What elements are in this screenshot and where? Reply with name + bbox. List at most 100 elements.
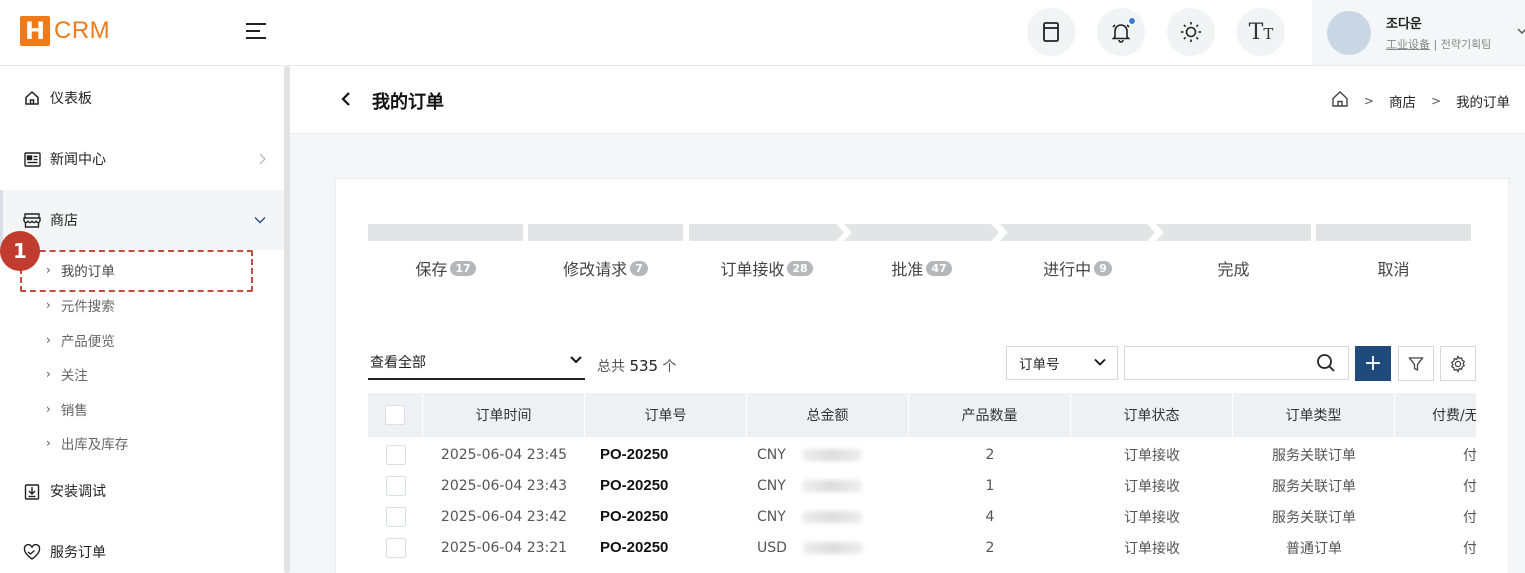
column-header[interactable]: 订单状态: [1071, 393, 1233, 437]
search-box: [1124, 346, 1349, 380]
order-status-stepper: 保存 17 修改请求 7 订单接收 28 批准 47 进行中 9 完成 取消: [368, 224, 1473, 284]
table-row[interactable]: 2025-06-04 23:42 PO-20250 CNY 4 订单接收 服务关…: [368, 501, 1476, 532]
user-menu[interactable]: 조다운 工业设备 | 전략기획팀: [1312, 0, 1525, 65]
page-title-bar: 我的订单 > 商店 > 我的订单: [290, 66, 1525, 134]
breadcrumb-separator: >: [1363, 94, 1374, 108]
chevron-right-icon: ›: [46, 298, 51, 312]
redacted-amount: [801, 448, 862, 461]
step-approved[interactable]: 批准 47: [844, 224, 999, 284]
sidebar-item-store[interactable]: 商店: [0, 190, 284, 250]
order-number-link[interactable]: PO-20250: [585, 532, 747, 563]
top-header: H CRM TT 조다운 工业设备 | 전략기획팀: [0, 0, 1525, 66]
logo-mark: H: [20, 16, 50, 46]
sidebar-sub-sales[interactable]: › 销售: [46, 399, 88, 419]
sidebar-sub-inventory[interactable]: › 出库及库存: [46, 433, 128, 453]
sidebar-item-installation[interactable]: 安装调试: [0, 471, 284, 511]
search-icon[interactable]: [1316, 353, 1336, 373]
row-checkbox[interactable]: [385, 475, 406, 496]
view-filter-select[interactable]: 查看全部: [368, 346, 585, 380]
order-number-link[interactable]: PO-20250: [585, 439, 747, 470]
column-header[interactable]: 付费/无: [1395, 393, 1476, 437]
redacted-amount: [801, 479, 862, 492]
count-badge: 9: [1094, 260, 1112, 276]
chevron-right-icon: ›: [46, 436, 51, 450]
select-all-checkbox[interactable]: [385, 405, 405, 425]
table-row[interactable]: 2025-06-04 23:45 PO-20250 CNY 2 订单接收 服务关…: [368, 439, 1476, 470]
redacted-amount: [802, 541, 863, 554]
chevron-right-icon: ›: [46, 333, 51, 347]
sidebar-item-dashboard[interactable]: 仪表板: [0, 78, 284, 118]
step-cancelled[interactable]: 取消: [1316, 224, 1471, 284]
count-badge: 47: [926, 260, 952, 276]
step-bar: [844, 224, 999, 241]
theme-sun-icon[interactable]: [1167, 8, 1215, 56]
count-badge: 28: [787, 260, 813, 276]
breadcrumb-store[interactable]: 商店: [1389, 91, 1416, 111]
news-icon: [22, 149, 42, 169]
step-save[interactable]: 保存 17: [368, 224, 523, 284]
row-checkbox[interactable]: [385, 537, 406, 558]
highlight-callout-box: [20, 250, 253, 292]
user-org: 工业设备 | 전략기획팀: [1386, 38, 1492, 51]
font-size-icon[interactable]: TT: [1237, 8, 1285, 56]
table-row[interactable]: 2025-06-04 23:21 PO-20250 USD 2 订单接收 普通订…: [368, 532, 1476, 563]
sidebar-sub-parts-search[interactable]: › 元件搜索: [46, 295, 115, 315]
back-arrow-icon[interactable]: [340, 88, 352, 112]
step-in-progress[interactable]: 进行中 9: [1000, 224, 1155, 284]
column-header[interactable]: 订单类型: [1233, 393, 1395, 437]
user-name: 조다운: [1386, 17, 1422, 32]
logo-text: CRM: [54, 17, 111, 44]
column-header[interactable]: 产品数量: [909, 393, 1071, 437]
orders-card: 保存 17 修改请求 7 订单接收 28 批准 47 进行中 9 完成 取消 查…: [335, 178, 1509, 573]
step-order-received[interactable]: 订单接收 28: [689, 224, 844, 284]
notification-bell-icon[interactable]: [1097, 8, 1145, 56]
order-number-link[interactable]: PO-20250: [585, 501, 747, 532]
orders-table: 订单时间 订单号 总金额 产品数量 订单状态 订单类型 付费/无 2025-06…: [368, 393, 1476, 573]
menu-toggle-icon[interactable]: [246, 21, 268, 41]
column-header[interactable]: 订单号: [585, 393, 747, 437]
chevron-right-icon: ›: [46, 367, 51, 381]
settings-gear-icon[interactable]: [1440, 346, 1476, 381]
sidebar-item-news[interactable]: 新闻中心: [0, 139, 284, 179]
chevron-down-icon: [1517, 28, 1525, 34]
step-completed[interactable]: 完成: [1156, 224, 1311, 284]
step-bar: [368, 224, 523, 241]
count-badge: 17: [450, 260, 476, 276]
chevron-right-icon: [259, 153, 266, 165]
row-checkbox[interactable]: [385, 444, 406, 465]
book-icon[interactable]: [1027, 8, 1075, 56]
step-bar: [1316, 224, 1471, 241]
store-icon: [22, 210, 42, 230]
heart-handshake-icon: [22, 542, 42, 562]
chevron-down-icon: [570, 356, 582, 364]
row-checkbox[interactable]: [385, 506, 406, 527]
chevron-down-icon: [1094, 358, 1106, 366]
column-header[interactable]: 总金额: [747, 393, 909, 437]
chevron-down-icon: [254, 217, 266, 224]
count-badge: 7: [630, 260, 648, 276]
step-bar: [689, 224, 844, 241]
search-field-select[interactable]: 订单号: [1006, 346, 1118, 380]
table-row[interactable]: 2025-06-04 23:43 PO-20250 CNY 1 订单接收 服务关…: [368, 470, 1476, 501]
total-count: 总共 535 个: [597, 357, 677, 375]
column-header[interactable]: 订单时间: [423, 393, 585, 437]
sidebar-sub-favorites[interactable]: › 关注: [46, 364, 88, 384]
search-input[interactable]: [1125, 347, 1305, 379]
logo[interactable]: H CRM: [20, 16, 110, 46]
main-content: 我的订单 > 商店 > 我的订单 保存 17 修改请求 7 订单接收 28 批准…: [290, 66, 1525, 573]
redacted-amount: [801, 510, 862, 523]
install-icon: [22, 481, 42, 501]
filter-icon[interactable]: [1398, 346, 1434, 381]
breadcrumb-separator: >: [1430, 94, 1441, 108]
sidebar-item-service-orders[interactable]: 服务订单: [0, 532, 284, 572]
step-bar: [528, 224, 683, 241]
step-number-badge: 1: [0, 231, 40, 271]
sidebar-sub-product-guide[interactable]: › 产品便览: [46, 330, 115, 350]
step-change-request[interactable]: 修改请求 7: [528, 224, 683, 284]
step-bar: [1000, 224, 1155, 241]
order-number-link[interactable]: PO-20250: [585, 470, 747, 501]
breadcrumb-my-orders: 我的订单: [1456, 95, 1510, 111]
home-icon: [22, 88, 42, 108]
home-icon[interactable]: [1331, 90, 1349, 112]
add-order-button[interactable]: +: [1355, 346, 1391, 381]
